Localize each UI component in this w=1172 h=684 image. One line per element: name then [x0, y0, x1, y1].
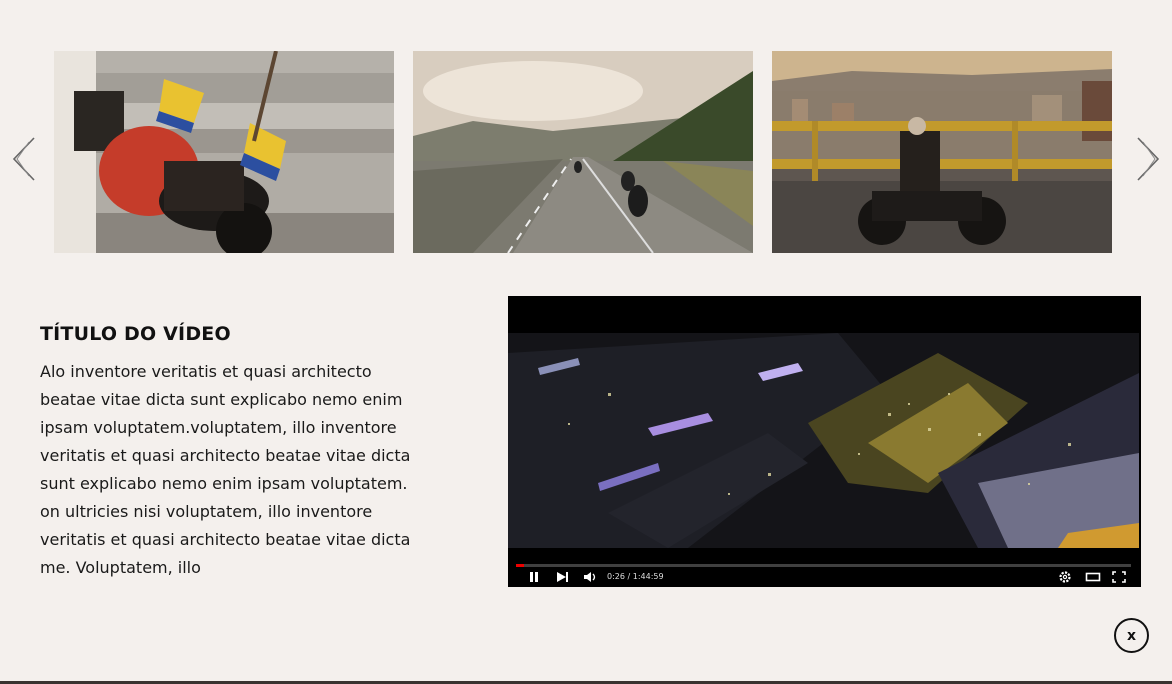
- next-button[interactable]: [556, 570, 570, 584]
- city-night-aerial-frame: [508, 333, 1139, 548]
- video-frame[interactable]: [508, 333, 1139, 548]
- gallery-next-button[interactable]: [1135, 136, 1161, 182]
- time-display: 0:26 / 1:44:59: [607, 572, 664, 581]
- gallery-thumbnail-2[interactable]: [413, 51, 753, 253]
- fullscreen-icon: [1112, 571, 1126, 583]
- settings-icon: [1059, 571, 1071, 583]
- gallery-thumbnail-1[interactable]: [54, 51, 394, 253]
- volume-button[interactable]: [583, 570, 597, 584]
- theater-icon: [1085, 572, 1101, 582]
- chevron-left-icon: [12, 137, 35, 181]
- progress-bar[interactable]: [516, 564, 1131, 567]
- video-player[interactable]: 0:26 / 1:44:59: [508, 296, 1141, 587]
- video-title: TÍTULO DO VÍDEO: [40, 323, 231, 345]
- pause-button[interactable]: [528, 570, 540, 584]
- theater-mode-button[interactable]: [1085, 570, 1101, 584]
- road-riders-photo: [413, 51, 753, 253]
- chevron-right-icon: [1137, 137, 1160, 181]
- pause-icon: [530, 572, 538, 582]
- settings-button[interactable]: [1058, 570, 1072, 584]
- next-icon: [557, 572, 568, 582]
- gallery-prev-button[interactable]: [11, 136, 37, 182]
- bridge-rider-photo: [772, 51, 1112, 253]
- close-button[interactable]: x: [1114, 618, 1149, 653]
- motorcycle-photo: [54, 51, 394, 253]
- progress-fill: [516, 564, 524, 567]
- volume-icon: [584, 572, 596, 582]
- video-description: Alo inventore veritatis et quasi archite…: [40, 362, 411, 577]
- fullscreen-button[interactable]: [1112, 570, 1126, 584]
- gallery-thumbnail-3[interactable]: [772, 51, 1112, 253]
